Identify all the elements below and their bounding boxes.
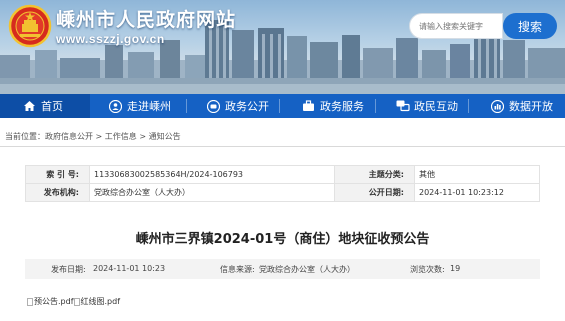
breadcrumb: 当前位置：政府信息公开 > 工作信息 > 通知公告 bbox=[5, 131, 181, 142]
nav-item-services[interactable]: 政务服务 bbox=[279, 94, 375, 118]
article-title: 嵊州市三界镇2024-01号（商住）地块征收预公告 bbox=[135, 232, 430, 247]
nav-item-open-data[interactable]: 数据开放 bbox=[468, 94, 565, 118]
breadcrumb-separator: > bbox=[95, 132, 103, 141]
document-info-table: 索 引 号: 11330683002585364H/2024-106793 主题… bbox=[25, 165, 540, 202]
views-label: 浏览次数: bbox=[410, 265, 445, 274]
article-meta-bar: 发布日期: 2024-11-01 10:23 信息来源: 党政综合办公室（人大办… bbox=[25, 259, 540, 279]
national-emblem-icon bbox=[8, 4, 52, 48]
nav-item-gov-affairs[interactable]: 政务公开 bbox=[186, 94, 279, 118]
main-nav: 首页 走进嵊州 政务公开 政务服务 政民互动 数据开放 bbox=[0, 94, 565, 118]
nav-divider bbox=[375, 99, 376, 113]
nav-item-interaction[interactable]: 政民互动 bbox=[375, 94, 468, 118]
nav-label-home: 首页 bbox=[41, 100, 63, 113]
breadcrumb-link-info-disclosure[interactable]: 政府信息公开 bbox=[45, 132, 93, 141]
nav-divider bbox=[186, 99, 187, 113]
table-row: 发布机构: 党政综合办公室（人大办） 公开日期: 2024-11-01 10:2… bbox=[25, 183, 540, 202]
category-label: 主题分类: bbox=[334, 165, 415, 184]
site-title[interactable]: 嵊州市人民政府网站 bbox=[56, 5, 236, 32]
nav-label-services: 政务服务 bbox=[320, 100, 364, 113]
breadcrumb-divider bbox=[0, 146, 565, 147]
nav-item-home[interactable]: 首页 bbox=[0, 94, 90, 118]
category-value: 其他 bbox=[414, 165, 540, 184]
breadcrumb-link-notices[interactable]: 通知公告 bbox=[149, 132, 181, 141]
search-input[interactable] bbox=[410, 14, 502, 38]
nav-label-open-data: 数据开放 bbox=[509, 100, 553, 113]
published-label: 发布日期: bbox=[51, 265, 86, 274]
chat-icon bbox=[206, 99, 221, 114]
breadcrumb-link-work-info[interactable]: 工作信息 bbox=[105, 132, 137, 141]
data-icon bbox=[490, 99, 505, 114]
attachment-link-redline[interactable]: 红线图.pdf bbox=[73, 296, 121, 307]
nav-label-about: 走进嵊州 bbox=[127, 100, 171, 113]
chat-bubbles-icon bbox=[395, 99, 410, 114]
attachment-link-notice[interactable]: 预公告.pdf bbox=[27, 296, 74, 307]
nav-label-interaction: 政民互动 bbox=[414, 100, 458, 113]
org-value: 党政综合办公室（人大办） bbox=[89, 183, 335, 202]
nav-divider bbox=[279, 99, 280, 113]
org-label: 发布机构: bbox=[25, 183, 90, 202]
nav-item-about[interactable]: 走进嵊州 bbox=[90, 94, 186, 118]
attachments: 预公告.pdf 红线图.pdf bbox=[27, 296, 120, 307]
nav-label-gov-affairs: 政务公开 bbox=[225, 100, 269, 113]
home-icon bbox=[22, 99, 37, 114]
search-button[interactable]: 搜索 bbox=[503, 13, 557, 39]
published-value: 2024-11-01 10:23 bbox=[93, 264, 166, 273]
briefcase-icon bbox=[301, 99, 316, 114]
header-banner: 嵊州市人民政府网站 www.sszzj.gov.cn 搜索 bbox=[0, 0, 565, 94]
person-icon bbox=[108, 99, 123, 114]
date-value: 2024-11-01 10:23:12 bbox=[414, 183, 540, 202]
attachment-name: 预公告.pdf bbox=[34, 297, 74, 306]
source-label: 信息来源: bbox=[220, 265, 255, 274]
date-label: 公开日期: bbox=[334, 183, 415, 202]
source-value: 党政综合办公室（人大办） bbox=[259, 265, 355, 274]
file-icon bbox=[27, 297, 33, 306]
attachment-name: 红线图.pdf bbox=[80, 297, 121, 306]
table-row: 索 引 号: 11330683002585364H/2024-106793 主题… bbox=[25, 165, 540, 184]
nav-divider bbox=[468, 99, 469, 113]
views-value: 19 bbox=[450, 264, 461, 273]
index-label: 索 引 号: bbox=[25, 165, 90, 184]
breadcrumb-separator: > bbox=[139, 132, 147, 141]
breadcrumb-prefix: 当前位置： bbox=[5, 132, 45, 141]
index-value: 11330683002585364H/2024-106793 bbox=[89, 165, 335, 184]
file-icon bbox=[73, 297, 80, 306]
search-box bbox=[409, 13, 503, 39]
site-url: www.sszzj.gov.cn bbox=[56, 32, 165, 46]
